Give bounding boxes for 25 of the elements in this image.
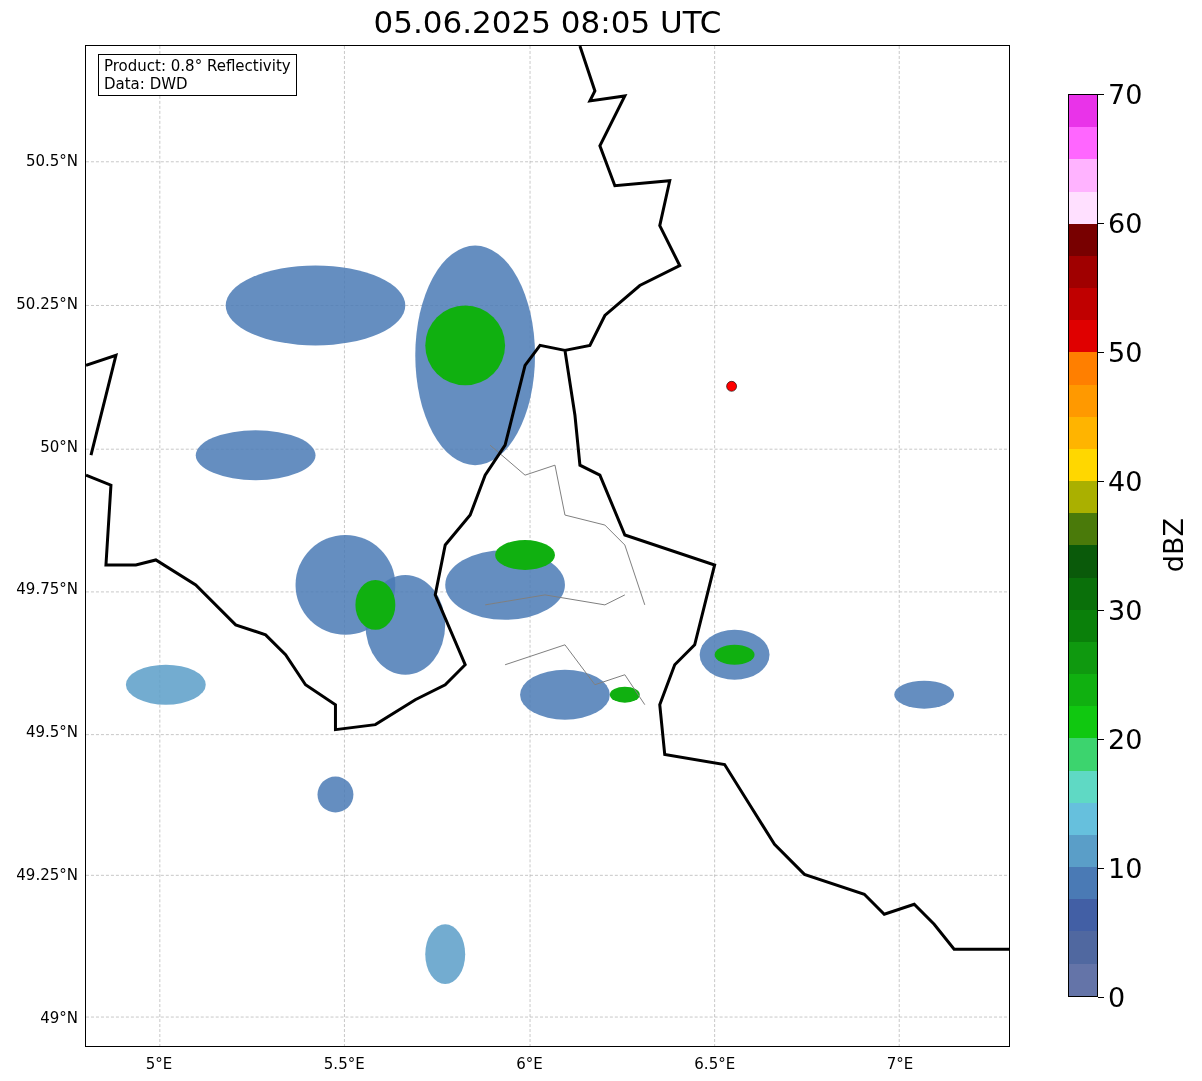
longitude-label: 5.5°E [323,1054,365,1075]
info-text: Data: DWD [104,75,189,93]
colorbar-label: dBZ [1157,518,1190,573]
colorbar-tick-label: 40 [1108,467,1143,495]
colorbar-tick-label: 60 [1108,209,1143,237]
info-text: Product: 0.8° Reflectivity [104,57,291,75]
chart-title: 05.06.2025 08:05 UTC [372,3,723,42]
latitude-label: 49.75°N [16,579,78,601]
latitude-label: 50.5°N [25,150,78,172]
latitude-label: 49°N [40,1007,78,1029]
latitude-label: 50°N [40,436,78,458]
colorbar-tick-label: 10 [1108,854,1143,882]
tick-mark [1098,997,1104,998]
longitude-label: 7°E [886,1054,914,1075]
longitude-label: 6°E [516,1054,543,1075]
latitude-label: 49.25°N [16,864,78,886]
colorbar-tick-label: 20 [1108,725,1143,753]
colorbar-tick-label: 50 [1108,338,1143,366]
latitude-label: 49.5°N [25,721,78,743]
longitude-label: 6.5°E [694,1054,736,1075]
colorbar-tick-label: 0 [1108,983,1126,1011]
colorbar-tick-label: 70 [1108,80,1143,108]
latitude-label: 50.25°N [16,293,78,315]
colorbar-tick-label: 30 [1108,596,1143,624]
longitude-label: 5°E [145,1054,173,1075]
